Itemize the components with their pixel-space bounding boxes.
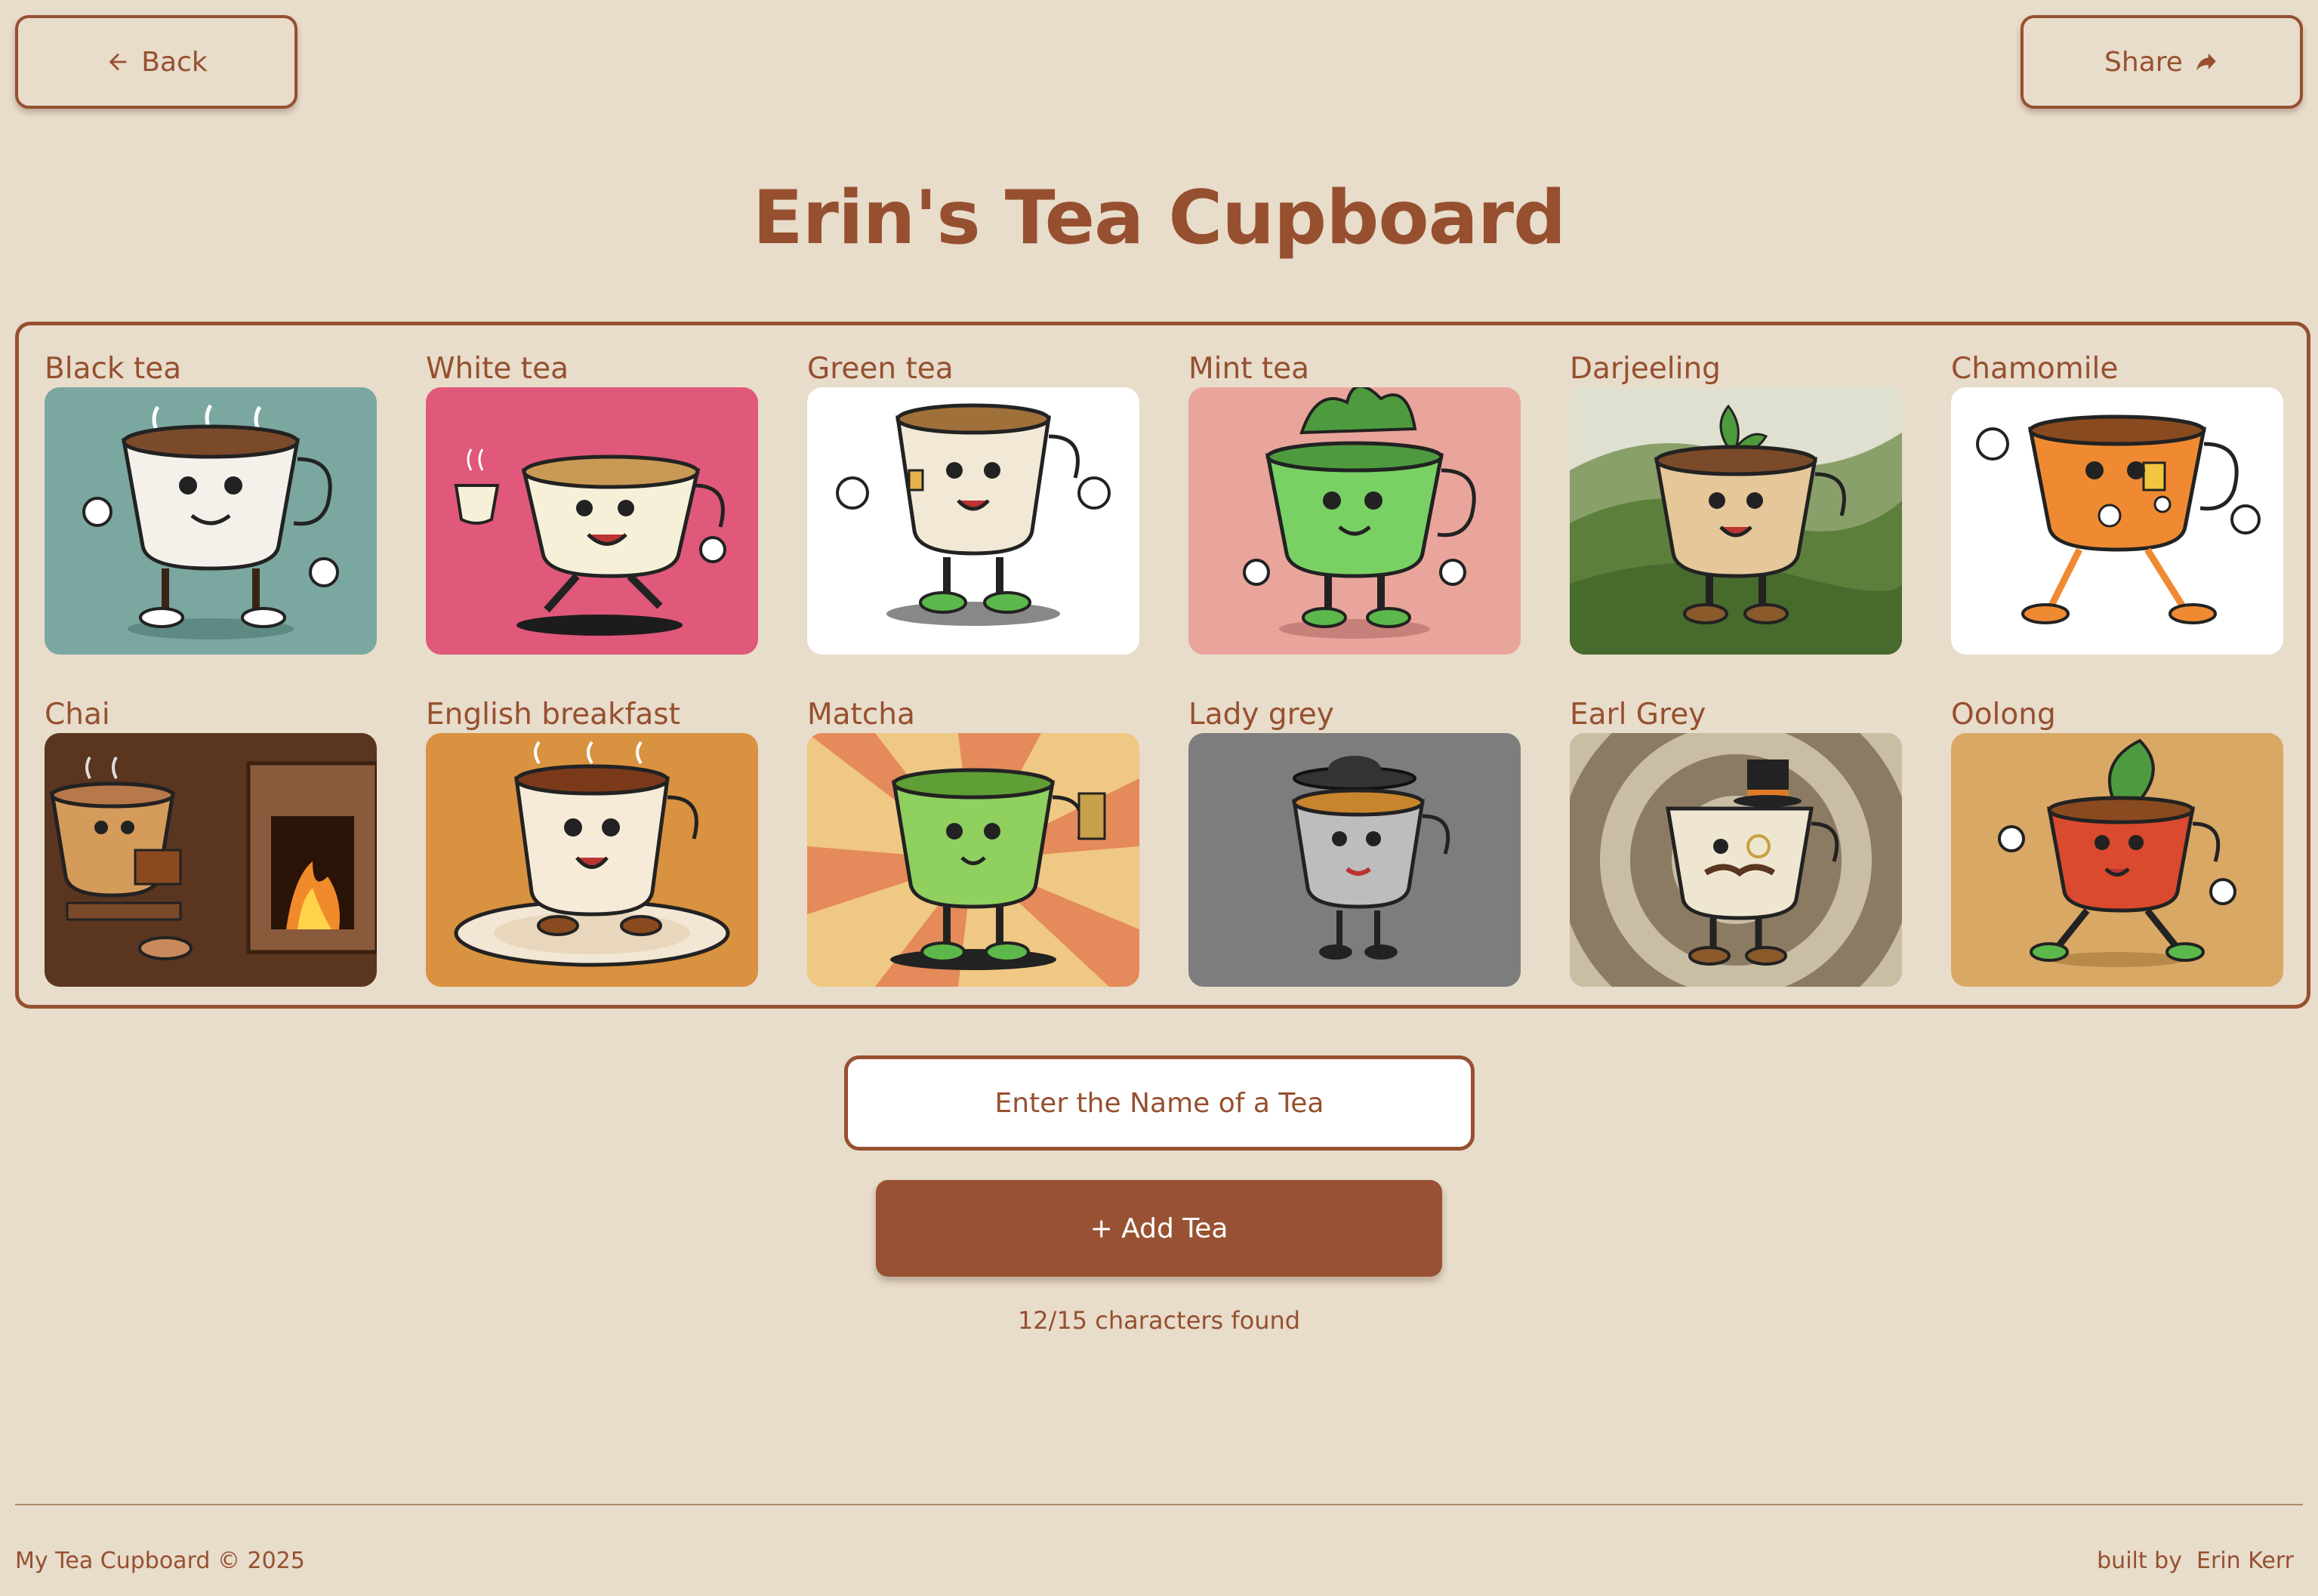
tea-character-image [1951, 733, 2283, 987]
tea-name: Earl Grey [1570, 698, 1706, 732]
tea-name: Darjeeling [1570, 352, 1721, 386]
footer-copyright: My Tea Cupboard © 2025 [15, 1548, 305, 1574]
tea-card-english-breakfast[interactable]: English breakfast [426, 697, 758, 987]
tea-character-image [426, 733, 758, 987]
tea-character-image [426, 387, 758, 655]
page-title: Erin's Tea Cupboard [752, 175, 1567, 261]
tea-character-image [807, 733, 1139, 987]
arrow-left-icon [109, 53, 127, 71]
tea-card-earl-grey[interactable]: Earl Grey [1570, 697, 1902, 987]
footer-credit: built by Erin Kerr [2097, 1548, 2294, 1574]
tea-character-image [1570, 733, 1902, 987]
tea-character-image [1188, 387, 1521, 655]
tea-name: Black tea [45, 352, 182, 386]
tea-cupboard-grid: Black tea White tea Green tea Mint tea D… [15, 322, 2310, 1009]
tea-name: Chamomile [1951, 352, 2119, 386]
tea-card-chamomile[interactable]: Chamomile [1951, 351, 2283, 655]
tea-card-lady-grey[interactable]: Lady grey [1188, 697, 1521, 987]
tea-name: Oolong [1951, 698, 2056, 732]
tea-name: Green tea [807, 352, 954, 386]
back-label: Back [141, 46, 208, 78]
tea-name: Chai [45, 698, 110, 732]
share-button[interactable]: Share [2021, 15, 2303, 109]
tea-name-input[interactable] [844, 1055, 1475, 1151]
tea-character-image [807, 387, 1139, 655]
tea-character-image [1188, 733, 1521, 987]
tea-character-image [45, 387, 377, 655]
back-button[interactable]: Back [15, 15, 297, 109]
share-label: Share [2104, 46, 2183, 78]
tea-character-image [1951, 387, 2283, 655]
tea-name: Lady grey [1188, 698, 1334, 732]
tea-name: English breakfast [426, 698, 680, 732]
add-tea-button[interactable]: + Add Tea [876, 1180, 1442, 1277]
tea-character-image [45, 733, 377, 987]
tea-name: Matcha [807, 698, 915, 732]
tea-card-green-tea[interactable]: Green tea [807, 351, 1139, 655]
tea-card-chai[interactable]: Chai [45, 697, 377, 987]
tea-name: Mint tea [1188, 352, 1310, 386]
share-arrow-icon [2196, 53, 2216, 71]
tea-character-image [1570, 387, 1902, 655]
tea-card-oolong[interactable]: Oolong [1951, 697, 2283, 987]
tea-card-white-tea[interactable]: White tea [426, 351, 758, 655]
tea-card-matcha[interactable]: Matcha [807, 697, 1139, 987]
tea-card-darjeeling[interactable]: Darjeeling [1570, 351, 1902, 655]
footer-divider [15, 1504, 2303, 1505]
tea-card-black-tea[interactable]: Black tea [45, 351, 377, 655]
characters-found-counter: 12/15 characters found [1017, 1306, 1301, 1335]
tea-name: White tea [426, 352, 569, 386]
tea-card-mint-tea[interactable]: Mint tea [1188, 351, 1521, 655]
